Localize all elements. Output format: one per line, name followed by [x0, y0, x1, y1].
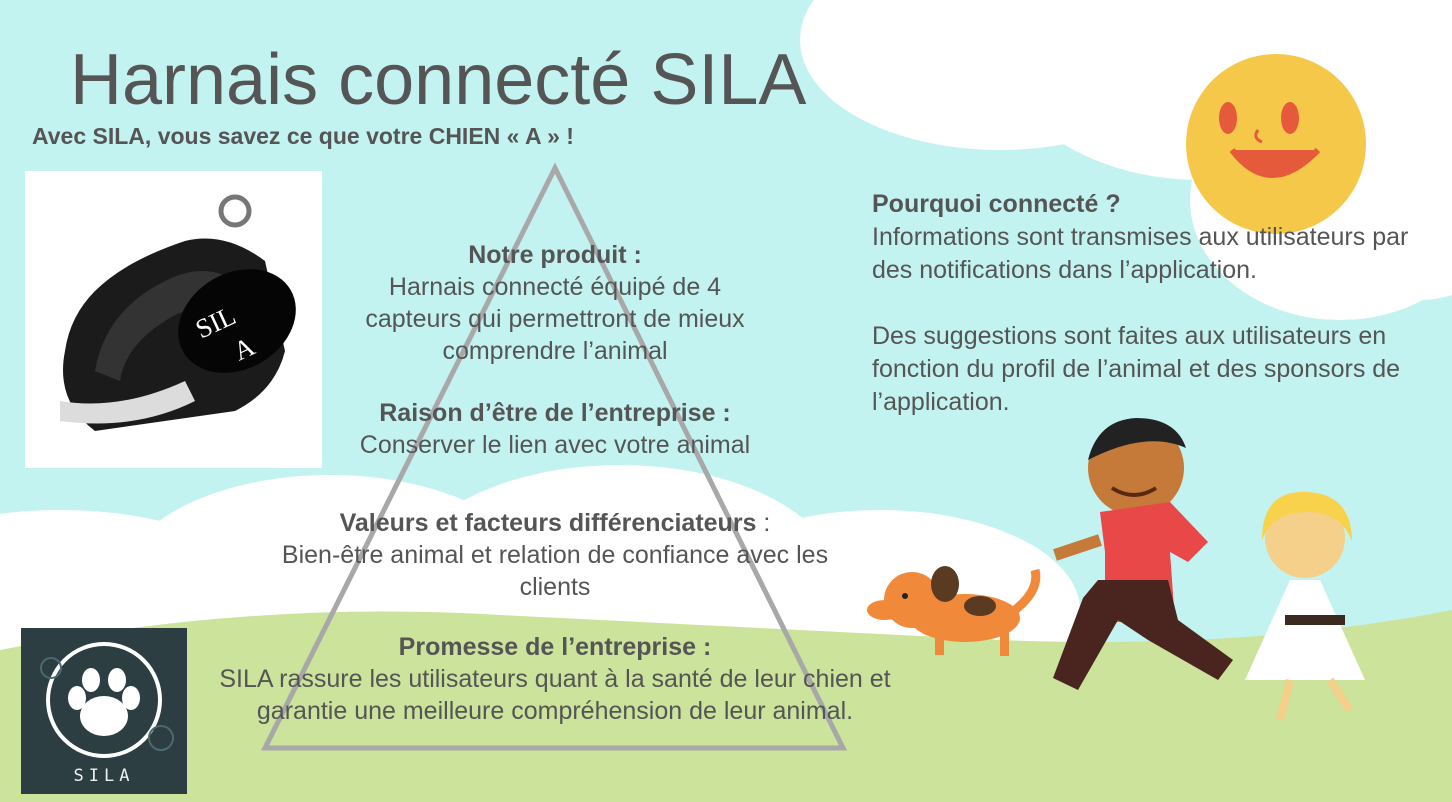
pyramid-heading: Raison d’être de l’entreprise :	[379, 399, 731, 427]
pyramid-heading: Valeurs et facteurs différenciateurs	[339, 509, 757, 537]
pyramid-body: Conserver le lien avec votre animal	[359, 431, 751, 459]
connected-section: Pourquoi connecté ? Informations sont tr…	[872, 188, 1447, 419]
pyramid-block-product: Notre produit : Harnais connecté équipé …	[340, 239, 770, 367]
tagline: Avec SILA, vous savez ce que votre CHIEN…	[32, 123, 574, 149]
pyramid-heading-suffix: :	[756, 509, 771, 537]
harness-image: SIL A	[25, 171, 322, 468]
harness-illustration: SIL A	[60, 194, 296, 431]
pyramid-heading: Promesse de l’entreprise :	[398, 633, 712, 661]
pyramid-heading: Notre produit :	[468, 241, 642, 269]
pyramid-block-promise: Promesse de l’entreprise : SILA rassure …	[200, 631, 910, 727]
pyramid-body: SILA rassure les utilisateurs quant à la…	[219, 665, 891, 725]
connected-paragraph-1: Informations sont transmises aux utilisa…	[872, 223, 1409, 284]
pyramid-body: Bien-être animal et relation de confianc…	[281, 541, 829, 601]
connected-paragraph-2: Des suggestions sont faites aux utilisat…	[872, 322, 1401, 416]
pyramid-block-values: Valeurs et facteurs différenciateurs : B…	[250, 507, 860, 603]
pyramid-body: Harnais connecté équipé de 4 capteurs qu…	[365, 273, 745, 365]
sila-logo: SILA	[21, 628, 187, 794]
page-title: Harnais connecté SILA	[70, 40, 807, 120]
connected-heading: Pourquoi connecté ?	[872, 190, 1121, 218]
pyramid-block-purpose: Raison d’être de l’entreprise : Conserve…	[290, 397, 820, 461]
logo-text: SILA	[73, 766, 135, 786]
